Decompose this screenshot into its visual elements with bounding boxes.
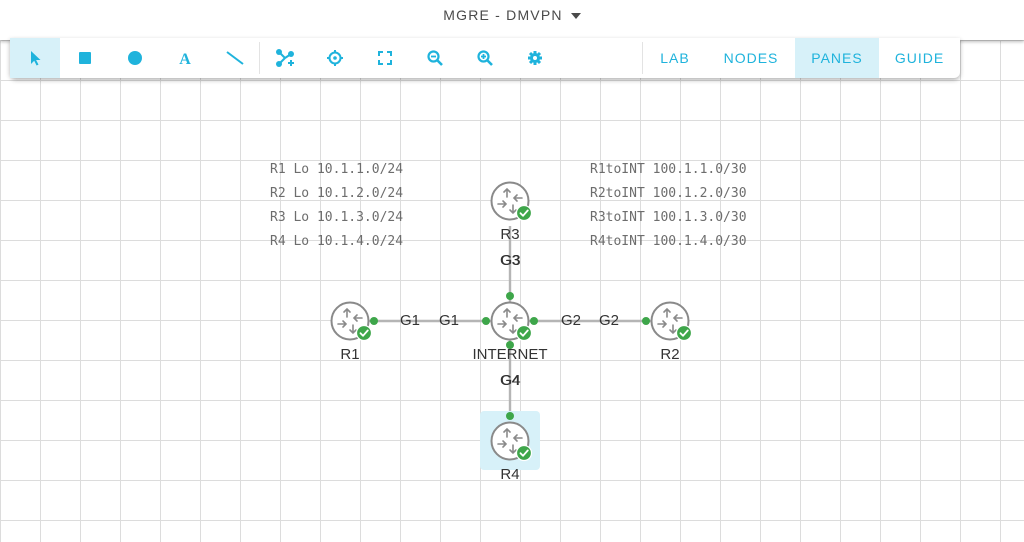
node-label-r2: R2 <box>660 346 679 363</box>
annotation-loopback-r2: R2 Lo 10.1.2.0/24 <box>270 186 403 201</box>
workspace-toolbar: A LAB NODES PANES GUIDE <box>10 38 960 78</box>
add-node-button[interactable] <box>260 38 310 78</box>
interface-label-internet-g2: G2 <box>561 312 581 329</box>
ellipse-icon <box>128 51 142 65</box>
annotation-link-r3: R3toINT 100.1.3.0/30 <box>590 210 747 225</box>
status-running-icon <box>515 204 533 222</box>
crosshair-icon <box>327 50 343 66</box>
annotation-loopback-r1: R1 Lo 10.1.1.0/24 <box>270 162 403 177</box>
line-tool-button[interactable] <box>210 38 260 78</box>
title-bar: MGRE - DMVPN <box>0 0 1024 40</box>
zoom-in-button[interactable] <box>460 38 510 78</box>
node-r2[interactable] <box>650 301 693 342</box>
interface-label-r4-g4: G4 <box>501 372 521 389</box>
status-running-icon <box>355 324 373 342</box>
tab-lab[interactable]: LAB <box>643 38 707 78</box>
node-label-r4: R4 <box>500 466 519 483</box>
caret-down-icon <box>570 13 581 20</box>
node-label-r3: R3 <box>500 226 519 243</box>
tab-nodes[interactable]: NODES <box>707 38 795 78</box>
text-icon: A <box>179 51 191 67</box>
status-running-icon <box>515 444 533 462</box>
svg-text:A: A <box>179 51 191 67</box>
endpoint-r3-g3[interactable] <box>506 292 514 300</box>
annotation-loopback-r3: R3 Lo 10.1.3.0/24 <box>270 210 403 225</box>
fit-screen-icon <box>378 51 392 65</box>
node-label-internet: INTERNET <box>473 346 548 363</box>
interface-label-internet-g3: G3 <box>501 252 521 269</box>
link-subnet-annotations[interactable]: R1toINT 100.1.1.0/30 R2toINT 100.1.2.0/3… <box>590 162 747 249</box>
node-label-r1: R1 <box>340 346 359 363</box>
endpoint-r2-g2[interactable] <box>642 317 650 325</box>
pointer-tool-button[interactable] <box>10 38 60 78</box>
pointer-icon <box>31 51 41 66</box>
endpoint-internet-g1[interactable] <box>482 317 490 325</box>
status-running-icon <box>675 324 693 342</box>
tab-panes[interactable]: PANES <box>795 38 879 78</box>
node-r1[interactable] <box>330 301 373 342</box>
settings-button[interactable] <box>510 38 560 78</box>
center-view-button[interactable] <box>310 38 360 78</box>
ellipse-tool-button[interactable] <box>110 38 160 78</box>
endpoint-r1-g1[interactable] <box>370 317 378 325</box>
topology-diagram: R1 Lo 10.1.1.0/24 R2 Lo 10.1.2.0/24 R3 L… <box>270 162 747 483</box>
zoom-out-icon <box>427 50 443 66</box>
status-running-icon <box>515 324 533 342</box>
annotation-link-r1: R1toINT 100.1.1.0/30 <box>590 162 747 177</box>
fit-to-screen-button[interactable] <box>360 38 410 78</box>
text-tool-button[interactable]: A <box>160 38 210 78</box>
endpoint-r4-g4[interactable] <box>506 412 514 420</box>
annotation-link-r2: R2toINT 100.1.2.0/30 <box>590 186 747 201</box>
node-internet[interactable] <box>490 301 533 342</box>
endpoint-internet-g2[interactable] <box>530 317 538 325</box>
tab-guide[interactable]: GUIDE <box>879 38 960 78</box>
annotation-loopback-r4: R4 Lo 10.1.4.0/24 <box>270 234 403 249</box>
zoom-out-button[interactable] <box>410 38 460 78</box>
annotation-link-r4: R4toINT 100.1.4.0/30 <box>590 234 747 249</box>
interface-label-r2-g2: G2 <box>599 312 619 329</box>
lab-title-text: MGRE - DMVPN <box>443 7 563 23</box>
line-icon <box>226 51 244 65</box>
loopback-annotations[interactable]: R1 Lo 10.1.1.0/24 R2 Lo 10.1.2.0/24 R3 L… <box>270 162 403 249</box>
interface-label-internet-g1: G1 <box>439 312 459 329</box>
interface-label-r1-g1: G1 <box>400 312 420 329</box>
rectangle-tool-button[interactable] <box>60 38 110 78</box>
settings-icon <box>528 51 542 65</box>
add-node-icon <box>276 49 294 67</box>
node-r3[interactable] <box>490 181 533 222</box>
lab-title-dropdown[interactable]: MGRE - DMVPN <box>0 7 1024 23</box>
rectangle-icon <box>79 52 91 64</box>
zoom-in-icon <box>477 50 493 66</box>
